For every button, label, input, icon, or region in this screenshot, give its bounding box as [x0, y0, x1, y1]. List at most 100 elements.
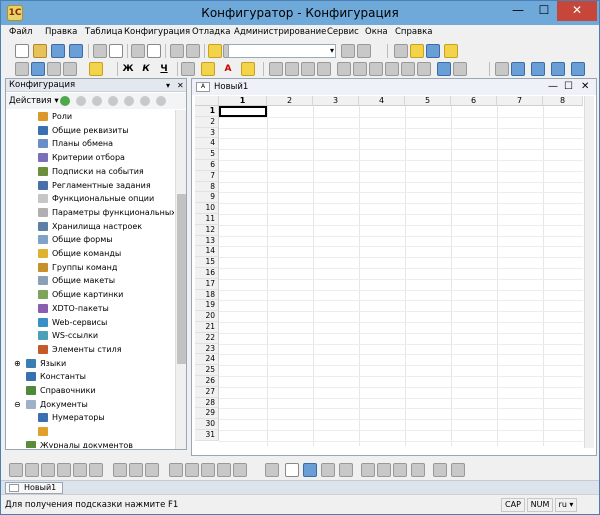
- align-center-icon[interactable]: [285, 62, 299, 76]
- delete-tool-icon[interactable]: [377, 463, 391, 477]
- search-combo[interactable]: ▾: [228, 44, 336, 58]
- size-icon[interactable]: [185, 463, 199, 477]
- delete-icon[interactable]: [108, 96, 118, 106]
- row-header[interactable]: 1: [195, 106, 219, 117]
- collapse-icon[interactable]: ⊖: [14, 398, 21, 411]
- save-icon[interactable]: [51, 44, 65, 58]
- highlight-icon[interactable]: [241, 62, 255, 76]
- row-header[interactable]: 31: [195, 430, 219, 441]
- table-icon[interactable]: [63, 62, 77, 76]
- cut-icon[interactable]: [93, 44, 107, 58]
- row-header[interactable]: 28: [195, 397, 219, 409]
- undo-icon[interactable]: [170, 44, 184, 58]
- grid-icon[interactable]: [47, 62, 61, 76]
- valign-middle-icon[interactable]: [353, 62, 367, 76]
- row-header[interactable]: 4: [195, 138, 219, 150]
- debug-icon[interactable]: [394, 44, 408, 58]
- align-tool-icon[interactable]: [25, 463, 39, 477]
- info-icon[interactable]: [444, 44, 458, 58]
- align-tool-icon[interactable]: [9, 463, 23, 477]
- minimize-button[interactable]: —: [505, 1, 531, 21]
- column-header[interactable]: 2: [267, 96, 313, 106]
- row-header[interactable]: 10: [195, 203, 219, 214]
- grid-scrollbar[interactable]: [584, 96, 594, 448]
- row-header[interactable]: 8: [195, 181, 219, 193]
- column-header[interactable]: 3: [313, 96, 359, 106]
- column-header[interactable]: 1: [219, 96, 267, 106]
- print-icon[interactable]: [131, 44, 145, 58]
- row-header[interactable]: 27: [195, 386, 219, 398]
- wrap-icon[interactable]: [385, 62, 399, 76]
- panel-pin-button[interactable]: ▾: [166, 79, 170, 92]
- move-up-icon[interactable]: [124, 96, 134, 106]
- menu-administration[interactable]: Администрирование: [234, 27, 326, 37]
- distribute-icon[interactable]: [113, 463, 127, 477]
- redo-icon[interactable]: [186, 44, 200, 58]
- syntax-helper-icon[interactable]: [410, 44, 424, 58]
- column-header[interactable]: 7: [497, 96, 543, 106]
- group-icon[interactable]: [511, 62, 525, 76]
- valign-top-icon[interactable]: [337, 62, 351, 76]
- save-all-icon[interactable]: [69, 44, 83, 58]
- doc-maximize-button[interactable]: ☐: [564, 79, 573, 95]
- borders-icon[interactable]: [181, 62, 195, 76]
- row-header[interactable]: 24: [195, 354, 219, 366]
- distribute-icon[interactable]: [129, 463, 143, 477]
- scroll-thumb[interactable]: [177, 194, 186, 364]
- row-header[interactable]: 11: [195, 214, 219, 225]
- row-header[interactable]: 25: [195, 365, 219, 376]
- menu-service[interactable]: Сервис: [327, 27, 359, 37]
- align-justify-icon[interactable]: [317, 62, 331, 76]
- row-header[interactable]: 26: [195, 376, 219, 387]
- picture-tool-icon[interactable]: [303, 463, 317, 477]
- doc-close-button[interactable]: ✕: [581, 79, 589, 95]
- copy-item-icon[interactable]: [76, 96, 86, 106]
- italic-button[interactable]: К: [139, 62, 153, 76]
- merge-icon[interactable]: [401, 62, 415, 76]
- preview-icon[interactable]: [147, 44, 161, 58]
- insert-icon[interactable]: [361, 463, 375, 477]
- table-layout-icon[interactable]: [451, 463, 465, 477]
- move-down-arrow-icon[interactable]: [140, 96, 150, 106]
- close-button[interactable]: ✕: [557, 1, 597, 21]
- pointer-icon[interactable]: [265, 463, 279, 477]
- coins-icon[interactable]: [89, 62, 103, 76]
- table-layout-icon[interactable]: [433, 463, 447, 477]
- spreadsheet-grid[interactable]: 1 2 3 4 5 6 7 8 1 2 3 4 5 6 7 8 9 10 11 12 13 14 15 16 1…: [195, 96, 583, 446]
- align-tool-icon[interactable]: [41, 463, 55, 477]
- row-header[interactable]: 2: [195, 116, 219, 128]
- table-layout-icon[interactable]: [411, 463, 425, 477]
- new-document-icon[interactable]: [15, 44, 29, 58]
- size-icon[interactable]: [217, 463, 231, 477]
- menu-configuration[interactable]: Конфигурация: [124, 27, 190, 37]
- row-header[interactable]: 13: [195, 235, 219, 247]
- window-tab-new1[interactable]: Новый1: [5, 482, 64, 494]
- search-prev-icon[interactable]: [341, 44, 355, 58]
- corner-cell[interactable]: [195, 96, 219, 106]
- column-header[interactable]: 4: [359, 96, 405, 106]
- row-header[interactable]: 22: [195, 332, 219, 344]
- sort-icon[interactable]: [156, 96, 166, 106]
- menu-table[interactable]: Таблица: [85, 27, 123, 37]
- row-header[interactable]: 29: [195, 408, 219, 420]
- row-header[interactable]: 21: [195, 322, 219, 333]
- row-header[interactable]: 19: [195, 300, 219, 312]
- layout-icon[interactable]: [453, 62, 467, 76]
- help-icon[interactable]: [426, 44, 440, 58]
- properties-icon[interactable]: [15, 62, 29, 76]
- align-tool-icon[interactable]: [57, 463, 71, 477]
- row-header[interactable]: 18: [195, 289, 219, 301]
- split-icon[interactable]: [417, 62, 431, 76]
- menu-edit[interactable]: Правка: [45, 27, 77, 37]
- find-icon[interactable]: [208, 44, 222, 58]
- shape-tool-icon[interactable]: [321, 463, 335, 477]
- column-header[interactable]: 5: [405, 96, 451, 106]
- expand-icon[interactable]: ⊕: [14, 357, 21, 370]
- row-header[interactable]: 14: [195, 246, 219, 258]
- size-icon[interactable]: [201, 463, 215, 477]
- row-header[interactable]: 20: [195, 311, 219, 322]
- selected-cell[interactable]: [219, 106, 267, 117]
- distribute-icon[interactable]: [145, 463, 159, 477]
- bold-button[interactable]: Ж: [121, 62, 135, 76]
- row-header[interactable]: 12: [195, 224, 219, 236]
